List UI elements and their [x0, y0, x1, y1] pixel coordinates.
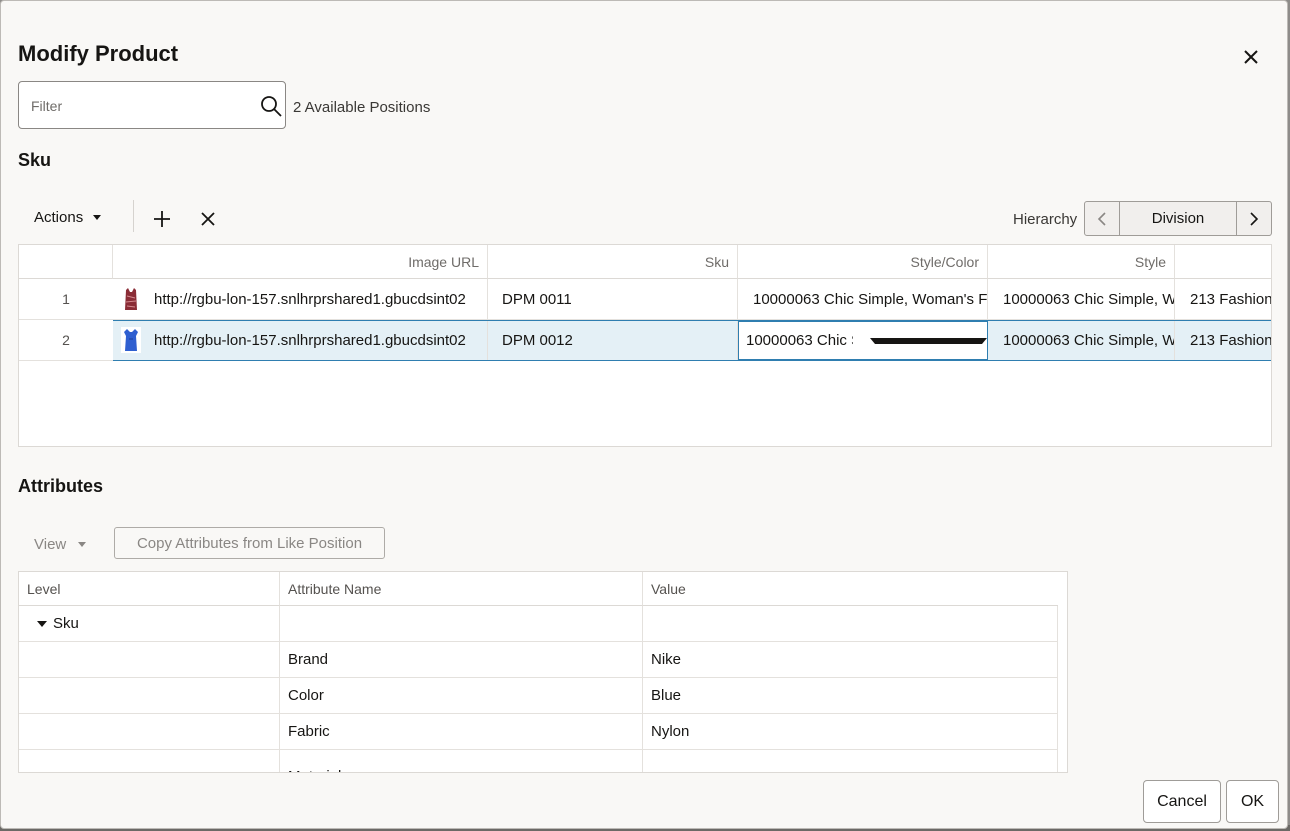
attribute-value-cell[interactable]: Nike — [643, 642, 1058, 678]
chevron-down-icon — [78, 542, 87, 547]
table-cell-level — [19, 678, 280, 714]
actions-label: Actions — [34, 209, 84, 226]
attribute-name-cell[interactable]: Color — [280, 678, 643, 714]
style-color-dropdown[interactable]: 10000063 Chic Simple, Wom — [738, 321, 988, 360]
column-header-style-color[interactable]: Style/Color — [738, 245, 988, 279]
tree-group-sku[interactable]: Sku — [19, 606, 280, 642]
attribute-name-cell[interactable]: Brand — [280, 642, 643, 678]
column-header-image-url[interactable]: Image URL — [113, 245, 488, 279]
attributes-section-title: Attributes — [18, 476, 103, 496]
column-header-style[interactable]: Style — [988, 245, 1175, 279]
hierarchy-selector: Division — [1084, 201, 1272, 236]
hierarchy-previous-button[interactable] — [1085, 202, 1119, 235]
chevron-left-icon — [1097, 211, 1106, 226]
column-header-row-number — [19, 245, 113, 279]
chevron-right-icon — [1250, 211, 1259, 226]
column-header-extra[interactable] — [1175, 245, 1271, 279]
plus-icon — [154, 211, 170, 227]
product-thumbnail-icon — [121, 327, 141, 353]
attribute-name-cell[interactable]: Material — [280, 750, 643, 772]
tree-group-label: Sku — [53, 615, 79, 632]
toolbar-divider — [133, 200, 134, 232]
ok-button[interactable]: OK — [1226, 780, 1279, 823]
sku-section-title: Sku — [18, 150, 52, 170]
table-cell-sku[interactable]: DPM 0012 — [488, 320, 738, 361]
delete-row-button[interactable] — [196, 207, 220, 231]
close-button[interactable] — [1237, 43, 1265, 71]
row-number[interactable]: 2 — [19, 320, 113, 361]
table-cell-style[interactable]: 10000063 Chic Simple, W — [988, 320, 1175, 361]
product-thumbnail-icon — [121, 286, 141, 312]
table-cell-style-color[interactable]: 10000063 Chic Simple, Woman's F — [738, 279, 988, 320]
expand-collapse-icon[interactable] — [37, 620, 47, 627]
attribute-value-cell[interactable]: Nylon — [643, 714, 1058, 750]
chevron-down-icon — [93, 215, 102, 220]
attribute-value-cell[interactable] — [643, 750, 1058, 772]
row-number[interactable]: 1 — [19, 279, 113, 320]
image-url-text: http://rgbu-lon-157.snlhrprshared1.gbucd… — [154, 290, 466, 308]
hierarchy-next-button[interactable] — [1237, 202, 1271, 235]
modify-product-dialog: Modify Product 2 Available Positions Sku… — [0, 0, 1288, 829]
filter-field[interactable] — [18, 81, 286, 129]
hierarchy-label: Hierarchy — [1013, 211, 1078, 228]
attribute-name-cell[interactable]: Fabric — [280, 714, 643, 750]
x-icon — [201, 212, 215, 226]
close-icon — [1244, 50, 1258, 64]
column-header-attribute-name[interactable]: Attribute Name — [280, 572, 643, 606]
add-row-button[interactable] — [150, 207, 174, 231]
available-positions-text: 2 Available Positions — [293, 99, 431, 116]
view-menu[interactable]: View — [34, 536, 87, 553]
filter-input[interactable] — [29, 94, 253, 118]
image-url-text: http://rgbu-lon-157.snlhrprshared1.gbucd… — [154, 331, 466, 349]
dialog-title: Modify Product — [18, 41, 179, 66]
chevron-down-icon[interactable] — [870, 337, 987, 344]
column-header-level[interactable]: Level — [19, 572, 280, 606]
view-label: View — [34, 536, 67, 553]
table-cell-level — [19, 714, 280, 750]
table-cell-sku[interactable]: DPM 0011 — [488, 279, 738, 320]
search-icon[interactable] — [259, 94, 283, 118]
attributes-table: Level Attribute Name Value Sku Brand Nik… — [18, 571, 1068, 773]
table-cell-extra[interactable]: 213 Fashion — [1175, 279, 1271, 320]
column-header-sku[interactable]: Sku — [488, 245, 738, 279]
table-cell-empty — [280, 606, 643, 642]
table-cell-extra[interactable]: 213 Fashion — [1175, 320, 1271, 361]
attribute-value-cell[interactable]: Blue — [643, 678, 1058, 714]
hierarchy-value[interactable]: Division — [1119, 202, 1237, 235]
table-cell-image-url[interactable]: http://rgbu-lon-157.snlhrprshared1.gbucd… — [113, 279, 488, 320]
actions-menu[interactable]: Actions — [34, 209, 102, 226]
table-cell-level — [19, 750, 280, 772]
style-color-dropdown-value: 10000063 Chic Simple, Wom — [746, 332, 853, 349]
cancel-button[interactable]: Cancel — [1143, 780, 1221, 823]
copy-attributes-button[interactable]: Copy Attributes from Like Position — [114, 527, 385, 559]
table-cell-level — [19, 642, 280, 678]
table-cell-style[interactable]: 10000063 Chic Simple, W — [988, 279, 1175, 320]
table-cell-empty — [643, 606, 1058, 642]
column-header-value[interactable]: Value — [643, 572, 1058, 606]
sku-grid: Image URL Sku Style/Color Style 1 http:/… — [18, 244, 1272, 447]
table-cell-image-url[interactable]: http://rgbu-lon-157.snlhrprshared1.gbucd… — [113, 320, 488, 361]
